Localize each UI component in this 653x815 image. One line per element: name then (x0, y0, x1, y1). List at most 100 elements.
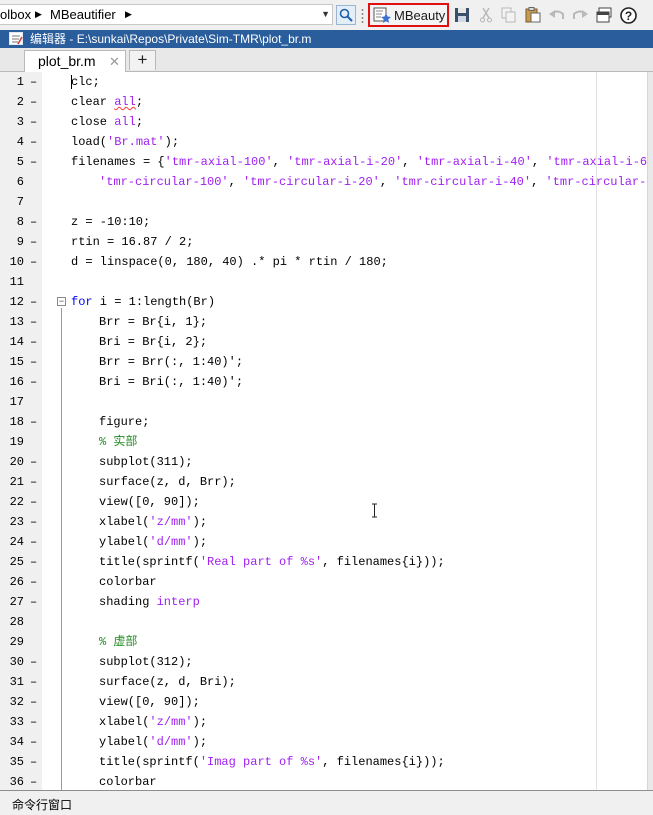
code-text[interactable]: clear all; (71, 92, 143, 112)
code-line[interactable]: 18–figure; (0, 412, 653, 432)
breakpoint-marker[interactable]: – (30, 332, 37, 352)
code-text[interactable]: view([0, 90]); (99, 492, 200, 512)
mbeauty-button[interactable]: MBeauty (368, 3, 449, 27)
breakpoint-marker[interactable]: – (30, 672, 37, 692)
new-tab-button[interactable]: + (129, 50, 156, 70)
code-editor[interactable]: 1–clc;2–clear all;3–close all;4–load('Br… (0, 72, 653, 790)
code-text[interactable]: Brr = Br{i, 1}; (99, 312, 207, 332)
code-text[interactable]: xlabel('z/mm'); (99, 712, 207, 732)
code-line[interactable]: 27–shading interp (0, 592, 653, 612)
code-line[interactable]: 16–Bri = Bri(:, 1:40)'; (0, 372, 653, 392)
code-line[interactable]: 36–colorbar (0, 772, 653, 790)
breakpoint-marker[interactable]: – (30, 232, 37, 252)
chevron-down-icon[interactable]: ▼ (321, 5, 330, 24)
breakpoint-marker[interactable]: – (30, 532, 37, 552)
code-line[interactable]: 10–d = linspace(0, 180, 40) .* pi * rtin… (0, 252, 653, 272)
code-text[interactable]: ylabel('d/mm'); (99, 732, 207, 752)
command-window-bar[interactable]: 命令行窗口 (0, 790, 653, 815)
code-line[interactable]: 25–title(sprintf('Real part of %s', file… (0, 552, 653, 572)
breakpoint-marker[interactable]: – (30, 652, 37, 672)
fold-toggle-icon[interactable]: − (57, 297, 66, 306)
code-line[interactable]: 20–subplot(311); (0, 452, 653, 472)
code-line[interactable]: 33–xlabel('z/mm'); (0, 712, 653, 732)
breakpoint-marker[interactable]: – (30, 772, 37, 790)
code-text[interactable]: subplot(311); (99, 452, 193, 472)
cut-button[interactable] (476, 5, 496, 25)
breakpoint-marker[interactable]: – (30, 252, 37, 272)
code-line[interactable]: 35–title(sprintf('Imag part of %s', file… (0, 752, 653, 772)
breadcrumb-arrow-icon[interactable]: ▶ (35, 5, 42, 24)
code-line[interactable]: 22–view([0, 90]); (0, 492, 653, 512)
breakpoint-marker[interactable]: – (30, 552, 37, 572)
code-line[interactable]: 4–load('Br.mat'); (0, 132, 653, 152)
code-text[interactable]: d = linspace(0, 180, 40) .* pi * rtin / … (71, 252, 388, 272)
breakpoint-marker[interactable]: – (30, 712, 37, 732)
code-line[interactable]: 12–−for i = 1:length(Br) (0, 292, 653, 312)
code-line[interactable]: 32–view([0, 90]); (0, 692, 653, 712)
code-text[interactable]: Brr = Brr(:, 1:40)'; (99, 352, 243, 372)
code-line[interactable]: 28 (0, 612, 653, 632)
code-text[interactable]: filenames = {'tmr-axial-100', 'tmr-axial… (71, 152, 653, 172)
breakpoint-marker[interactable]: – (30, 372, 37, 392)
code-line[interactable]: 11 (0, 272, 653, 292)
switch-windows-button[interactable] (594, 5, 614, 25)
breakpoint-marker[interactable]: – (30, 132, 37, 152)
breakpoint-marker[interactable]: – (30, 572, 37, 592)
code-line[interactable]: 30–subplot(312); (0, 652, 653, 672)
save-button[interactable] (452, 5, 472, 25)
code-line[interactable]: 1–clc; (0, 72, 653, 92)
code-text[interactable]: title(sprintf('Imag part of %s', filenam… (99, 752, 445, 772)
breakpoint-marker[interactable]: – (30, 412, 37, 432)
code-line[interactable]: 14–Bri = Br{i, 2}; (0, 332, 653, 352)
tab-plot-br[interactable]: plot_br.m ✕ (24, 50, 126, 72)
code-text[interactable]: xlabel('z/mm'); (99, 512, 207, 532)
toolbar-grip[interactable] (361, 8, 364, 23)
code-text[interactable]: rtin = 16.87 / 2; (71, 232, 193, 252)
code-text[interactable]: figure; (99, 412, 149, 432)
help-button[interactable]: ? (618, 5, 638, 25)
code-text[interactable]: colorbar (99, 572, 157, 592)
code-line[interactable]: 31–surface(z, d, Bri); (0, 672, 653, 692)
breakpoint-marker[interactable]: – (30, 512, 37, 532)
breakpoint-marker[interactable]: – (30, 312, 37, 332)
code-line[interactable]: 3–close all; (0, 112, 653, 132)
code-line[interactable]: 19% 实部 (0, 432, 653, 452)
breakpoint-marker[interactable]: – (30, 152, 37, 172)
breadcrumb-item-toolbox[interactable]: olbox (0, 5, 31, 24)
code-text[interactable]: for i = 1:length(Br) (71, 292, 215, 312)
breakpoint-marker[interactable]: – (30, 452, 37, 472)
breakpoint-marker[interactable]: – (30, 492, 37, 512)
code-line[interactable]: 8–z = -10:10; (0, 212, 653, 232)
code-line[interactable]: 2–clear all; (0, 92, 653, 112)
code-text[interactable]: close all; (71, 112, 143, 132)
breadcrumb-item-mbeautifier[interactable]: MBeautifier (50, 5, 116, 24)
breakpoint-marker[interactable]: – (30, 692, 37, 712)
paste-button[interactable] (523, 5, 543, 25)
code-line[interactable]: 5–filenames = {'tmr-axial-100', 'tmr-axi… (0, 152, 653, 172)
code-text[interactable]: 'tmr-circular-100', 'tmr-circular-i-20',… (99, 172, 653, 192)
code-line[interactable]: 26–colorbar (0, 572, 653, 592)
code-text[interactable]: % 虚部 (99, 632, 137, 652)
code-text[interactable]: shading interp (99, 592, 200, 612)
code-text[interactable]: load('Br.mat'); (71, 132, 179, 152)
code-line[interactable]: 13–Brr = Br{i, 1}; (0, 312, 653, 332)
breakpoint-marker[interactable]: – (30, 92, 37, 112)
vertical-scrollbar[interactable] (647, 72, 653, 790)
redo-button[interactable] (570, 5, 590, 25)
code-line[interactable]: 21–surface(z, d, Brr); (0, 472, 653, 492)
code-line[interactable]: 24–ylabel('d/mm'); (0, 532, 653, 552)
breakpoint-marker[interactable]: – (30, 112, 37, 132)
copy-button[interactable] (499, 5, 519, 25)
search-button[interactable] (336, 5, 356, 25)
breakpoint-marker[interactable]: – (30, 292, 37, 312)
undo-button[interactable] (547, 5, 567, 25)
code-text[interactable]: colorbar (99, 772, 157, 790)
code-text[interactable]: % 实部 (99, 432, 137, 452)
code-text[interactable]: surface(z, d, Bri); (99, 672, 236, 692)
breakpoint-marker[interactable]: – (30, 592, 37, 612)
code-line[interactable]: 23–xlabel('z/mm'); (0, 512, 653, 532)
code-text[interactable]: z = -10:10; (71, 212, 150, 232)
code-text[interactable]: subplot(312); (99, 652, 193, 672)
code-line[interactable]: 15–Brr = Brr(:, 1:40)'; (0, 352, 653, 372)
code-text[interactable]: ylabel('d/mm'); (99, 532, 207, 552)
